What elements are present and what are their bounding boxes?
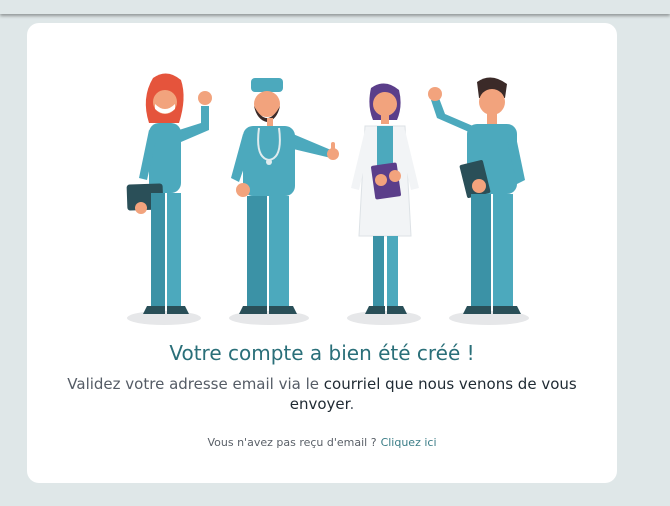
message-prefix: Validez votre adresse email via le xyxy=(67,375,320,393)
nurse-with-mask-figure xyxy=(126,73,212,314)
message-emphasis-end: envoyer xyxy=(289,395,350,413)
doctor-with-stethoscope-figure xyxy=(231,78,339,314)
nurse-waving-with-tablet-figure xyxy=(428,77,525,314)
confirmation-card: Votre compte a bien été créé ! Validez v… xyxy=(27,23,617,483)
resend-question: Vous n'avez pas reçu d'email ? xyxy=(207,436,377,449)
resend-email-prompt: Vous n'avez pas reçu d'email ? Cliquez ic… xyxy=(27,436,617,449)
top-bar xyxy=(0,0,670,14)
resend-email-link[interactable]: Cliquez ici xyxy=(381,436,437,449)
confirmation-message: Validez votre adresse email via le courr… xyxy=(27,375,617,393)
medical-staff-illustration xyxy=(126,73,529,325)
confirmation-message-continued: envoyer. xyxy=(27,395,617,413)
confirmation-title: Votre compte a bien été créé ! xyxy=(169,341,475,365)
doctor-in-white-coat-figure xyxy=(351,83,419,314)
message-emphasis: courriel que nous venons de vous xyxy=(323,375,577,393)
message-suffix: . xyxy=(349,395,355,413)
